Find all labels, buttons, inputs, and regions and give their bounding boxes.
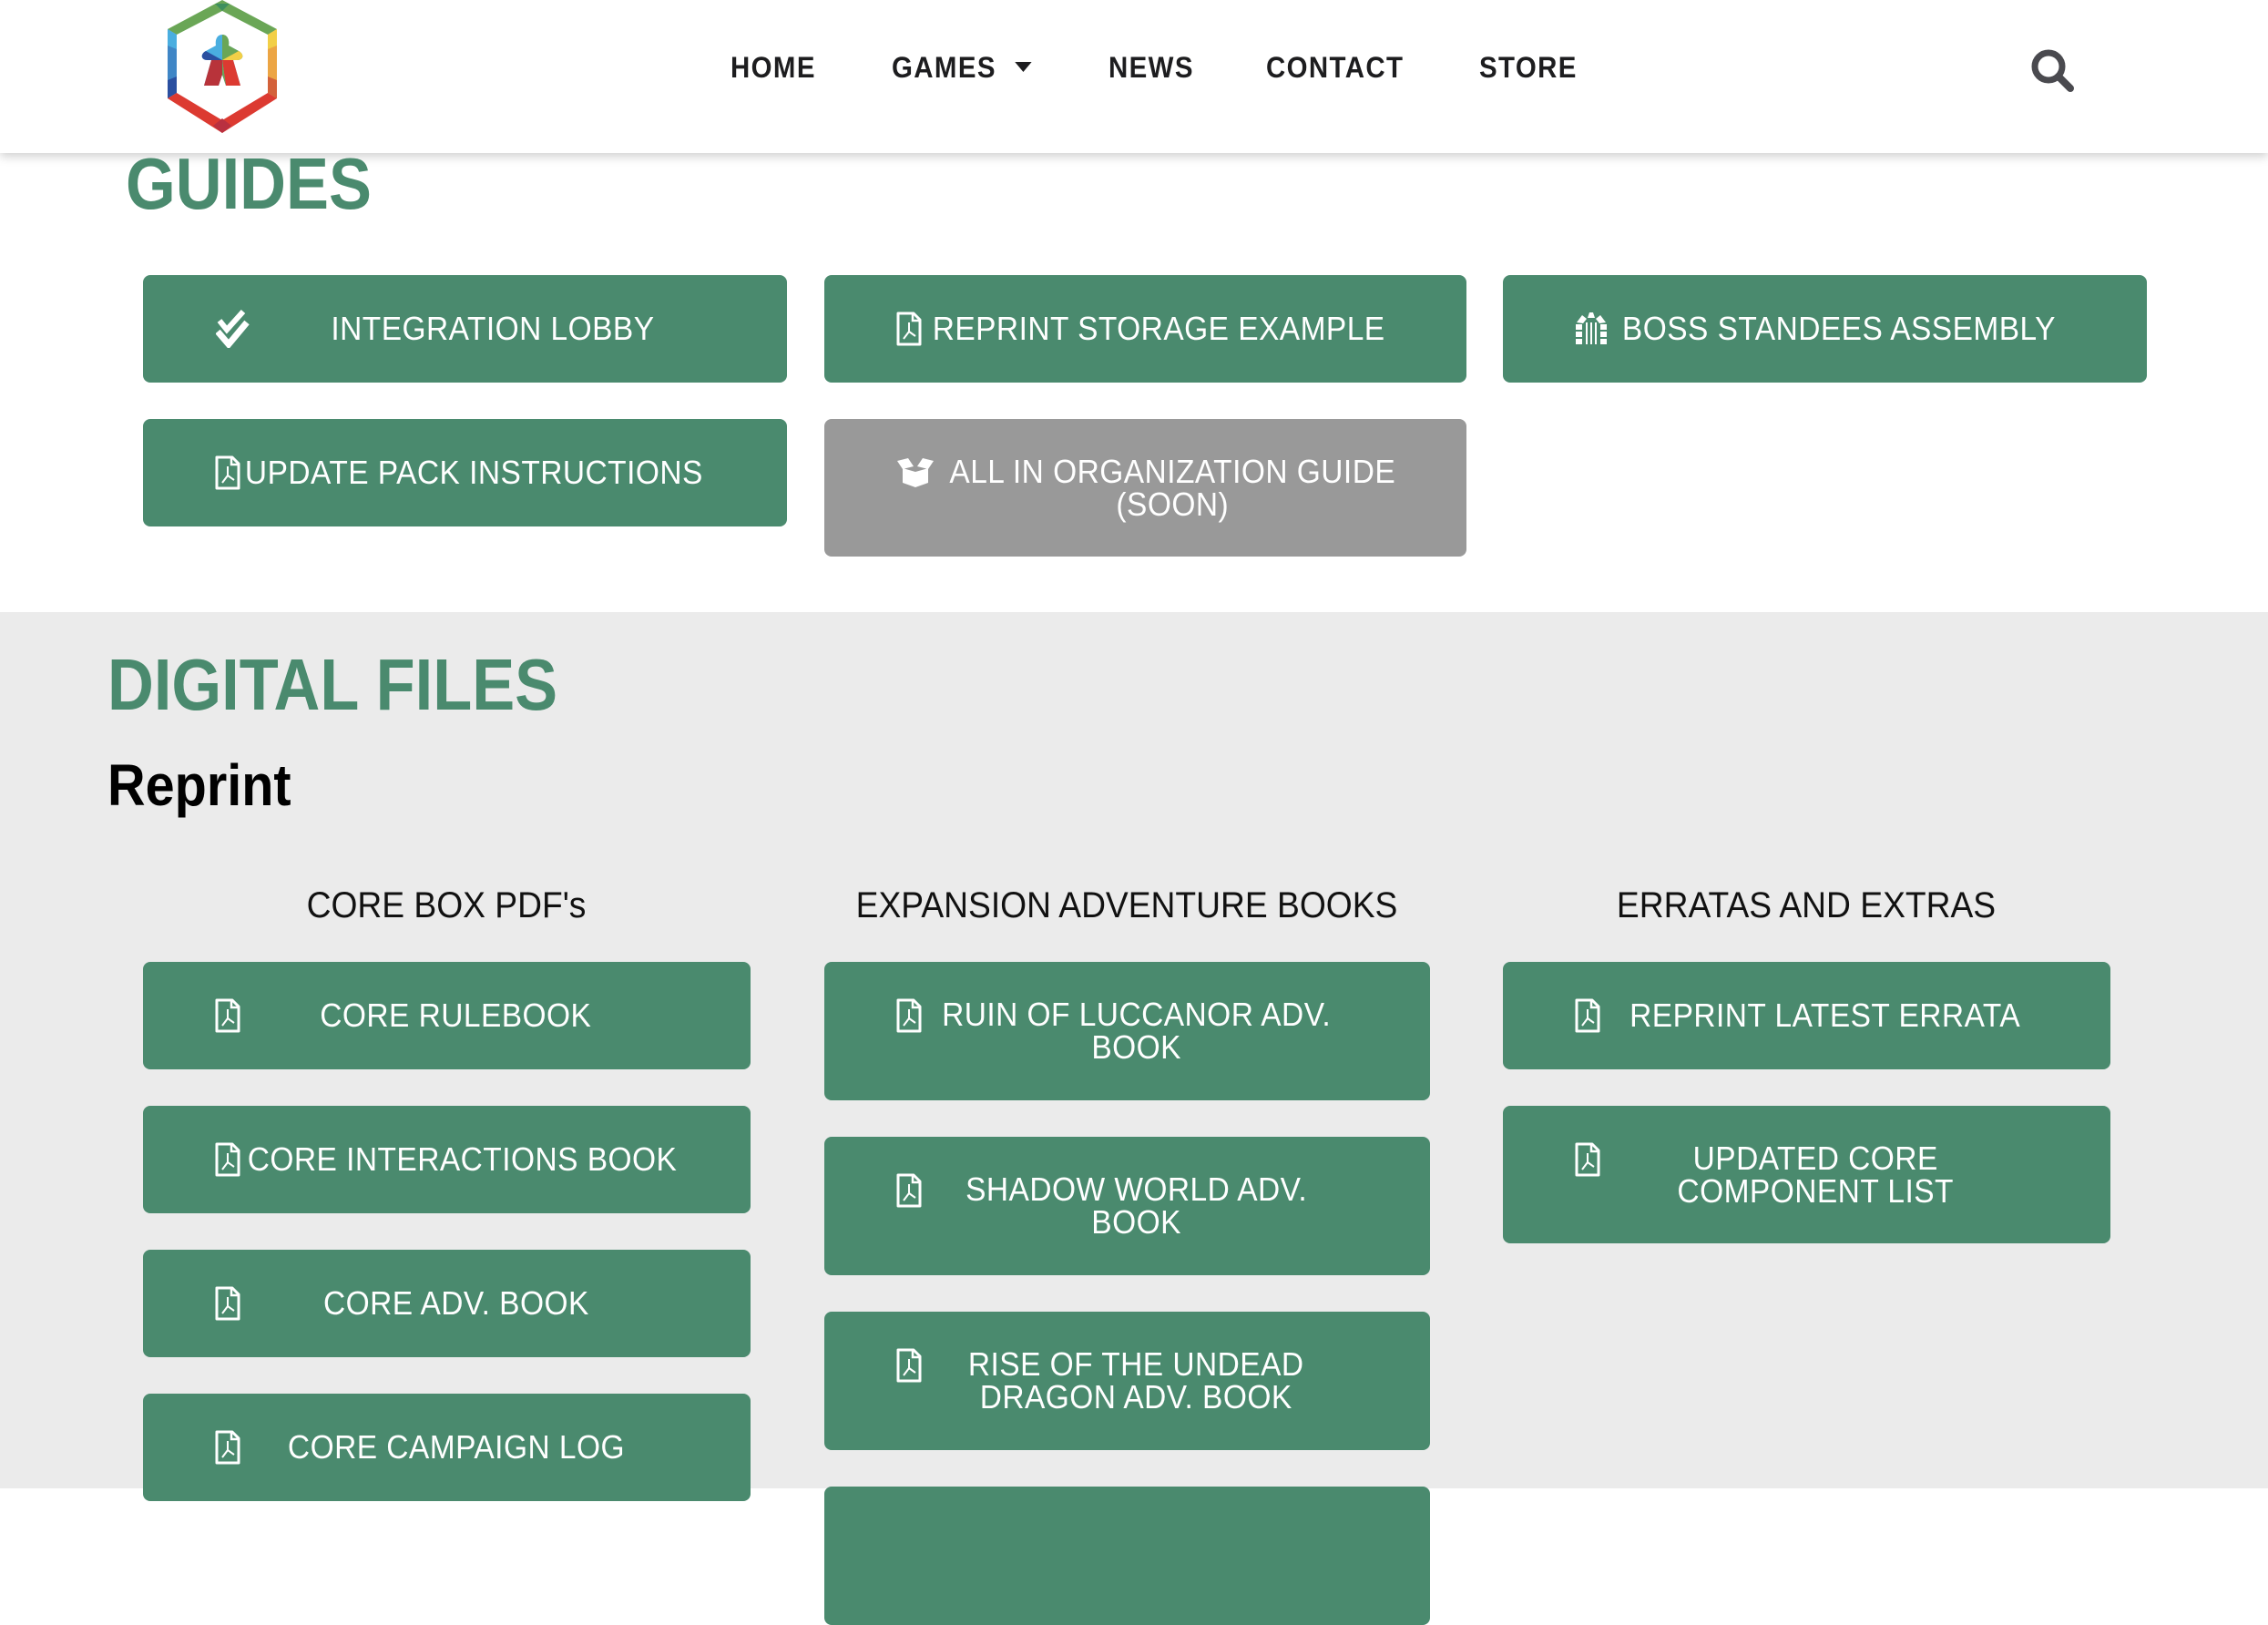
update-pack-instructions-button[interactable]: UPDATE PACK INSTRUCTIONS [143,419,787,526]
pdf-file-icon [215,1286,240,1321]
button-label: CORE INTERACTIONS BOOK [247,1140,678,1178]
pdf-file-icon [1575,1142,1600,1177]
all-in-organization-guide-button: ALL IN ORGANIZATION GUIDE (SOON) [824,419,1466,557]
nav-store[interactable]: STORE [1479,51,1578,85]
nav-home[interactable]: HOME [730,51,816,85]
button-label: RUIN OF LUCCANOR ADV. BOOK [941,996,1332,1066]
archway-icon [1576,312,1607,344]
double-check-icon [216,310,250,348]
pdf-file-icon [215,1142,240,1177]
expansion-next-button-partial[interactable] [824,1487,1430,1625]
pdf-file-icon [896,312,922,346]
nav-games-label: GAMES [892,51,996,84]
column-heading-expansion: EXPANSION ADVENTURE BOOKS [855,885,1398,925]
core-campaign-log-button[interactable]: CORE CAMPAIGN LOG [143,1394,751,1501]
core-adv-book-button[interactable]: CORE ADV. BOOK [143,1250,751,1357]
pdf-file-icon [896,1348,922,1383]
button-label: ALL IN ORGANIZATION GUIDE (SOON) [949,452,1396,523]
shadow-world-adv-book-button[interactable]: SHADOW WORLD ADV. BOOK [824,1137,1430,1275]
site-header: HOME GAMES NEWS CONTACT STORE [0,0,2268,153]
reprint-storage-example-button[interactable]: REPRINT STORAGE EXAMPLE [824,275,1466,383]
pdf-file-icon [896,1173,922,1208]
reprint-subheading: Reprint [107,752,291,818]
button-label: INTEGRATION LOBBY [330,310,655,347]
open-box-icon [897,458,934,487]
ruin-of-luccanor-adv-book-button[interactable]: RUIN OF LUCCANOR ADV. BOOK [824,962,1430,1100]
pdf-file-icon [215,455,240,490]
logo-icon[interactable] [160,0,284,137]
button-label: UPDATE PACK INSTRUCTIONS [245,454,703,491]
updated-core-component-list-button[interactable]: UPDATED CORE COMPONENT LIST [1503,1106,2110,1243]
nav-games[interactable]: GAMES [892,51,1032,85]
caret-down-icon[interactable] [1015,62,1032,73]
pdf-file-icon [896,998,922,1033]
core-rulebook-button[interactable]: CORE RULEBOOK [143,962,751,1069]
nav-contact[interactable]: CONTACT [1266,51,1404,85]
button-label: REPRINT LATEST ERRATA [1629,996,2020,1034]
button-label: REPRINT STORAGE EXAMPLE [933,310,1385,347]
button-label: SHADOW WORLD ADV. BOOK [965,1170,1307,1241]
button-label: CORE RULEBOOK [320,996,592,1034]
core-interactions-book-button[interactable]: CORE INTERACTIONS BOOK [143,1106,751,1213]
button-label: UPDATED CORE COMPONENT LIST [1677,1139,1955,1210]
search-icon[interactable] [2029,47,2077,95]
button-label: BOSS STANDEES ASSEMBLY [1621,310,2056,347]
guides-title: GUIDES [126,143,372,224]
digital-files-title: DIGITAL FILES [107,644,558,725]
reprint-latest-errata-button[interactable]: REPRINT LATEST ERRATA [1503,962,2110,1069]
pdf-file-icon [215,998,240,1033]
button-label: CORE ADV. BOOK [322,1284,589,1322]
button-label: RISE OF THE UNDEAD DRAGON ADV. BOOK [968,1345,1304,1415]
nav-news[interactable]: NEWS [1108,51,1194,85]
button-label: CORE CAMPAIGN LOG [287,1428,625,1466]
integration-lobby-button[interactable]: INTEGRATION LOBBY [143,275,787,383]
column-heading-erratas: ERRATAS AND EXTRAS [1616,885,1997,925]
pdf-file-icon [215,1430,240,1465]
column-heading-core-box: CORE BOX PDF's [306,885,587,925]
rise-of-the-undead-dragon-adv-book-button[interactable]: RISE OF THE UNDEAD DRAGON ADV. BOOK [824,1312,1430,1450]
boss-standees-assembly-button[interactable]: BOSS STANDEES ASSEMBLY [1503,275,2147,383]
pdf-file-icon [1575,998,1600,1033]
